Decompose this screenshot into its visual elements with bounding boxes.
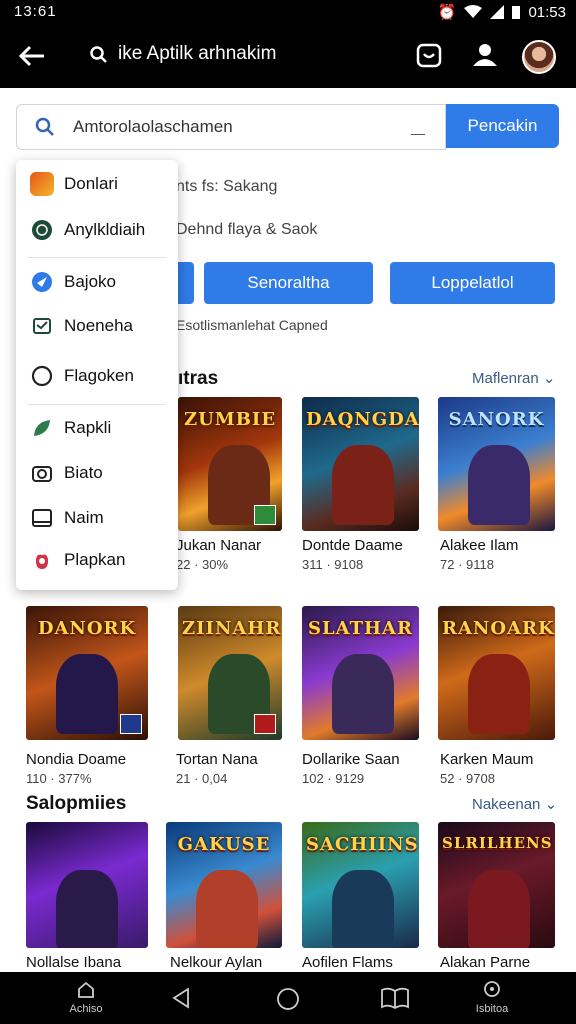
chevron-down-icon: ⌄ bbox=[544, 796, 558, 813]
game-tile[interactable]: ZUMBIE bbox=[178, 397, 282, 531]
search-button[interactable]: Pencakin bbox=[446, 104, 559, 148]
app-bar-title: ike Aptilk arhnakim bbox=[118, 43, 277, 64]
game-tile[interactable]: SACHIINS bbox=[302, 822, 419, 948]
search-icon[interactable] bbox=[90, 46, 108, 64]
bottom-nav-bar: Achiso Isbitoa bbox=[0, 972, 576, 1024]
menu-item-rapkli[interactable]: Rapkli bbox=[16, 410, 178, 446]
game-tile[interactable]: DAQNGDA bbox=[302, 397, 419, 531]
search-value: Amtorolaolaschamen bbox=[73, 117, 233, 136]
badge-icon bbox=[120, 714, 142, 734]
game-tile[interactable]: SLATHAR bbox=[302, 606, 419, 740]
game-tile[interactable]: ZIINAHR bbox=[178, 606, 282, 740]
home-icon bbox=[78, 981, 94, 998]
search-icon bbox=[35, 117, 54, 136]
nav-right[interactable]: Isbitoa bbox=[462, 980, 522, 1015]
globe-icon bbox=[30, 218, 54, 242]
back-arrow-icon[interactable] bbox=[16, 40, 48, 72]
leaf-icon bbox=[30, 416, 54, 440]
menu-item-bajoko[interactable]: Bajoko bbox=[16, 264, 178, 300]
download-box-icon[interactable] bbox=[414, 40, 444, 70]
section-more-2[interactable]: Nakeenan ⌄ bbox=[472, 795, 557, 813]
menu-item-noeneha[interactable]: Noeneha bbox=[16, 308, 178, 344]
filter-chip-1[interactable]: Senoraltha bbox=[204, 262, 373, 304]
back-triangle-icon[interactable] bbox=[170, 987, 192, 1009]
menu-item-flagoken[interactable]: Flagoken bbox=[16, 358, 178, 394]
battery-icon bbox=[512, 6, 521, 19]
menu-divider bbox=[28, 404, 166, 405]
app-bar: ike Aptilk arhnakim bbox=[0, 24, 576, 88]
compass-icon bbox=[30, 270, 54, 294]
wifi-icon bbox=[464, 5, 483, 18]
hand-icon bbox=[30, 548, 54, 572]
game-tile[interactable] bbox=[26, 822, 148, 948]
game-tile[interactable]: SLRILHENS bbox=[438, 822, 555, 948]
game-logo-icon bbox=[30, 172, 54, 196]
book-icon[interactable] bbox=[380, 987, 410, 1009]
circle-icon bbox=[30, 364, 54, 388]
avatar[interactable] bbox=[522, 40, 556, 74]
menu-item-naim[interactable]: Naim bbox=[16, 500, 178, 536]
game-tile[interactable]: SANORK bbox=[438, 397, 555, 531]
menu-item-plapkan[interactable]: Plapkan bbox=[16, 542, 178, 578]
badge-icon bbox=[254, 505, 276, 525]
chevron-down-icon: ⌄ bbox=[542, 370, 556, 387]
background-text-1: nts fs: Sakang bbox=[176, 178, 278, 195]
filter-chip-2[interactable]: Loppelatlol bbox=[390, 262, 555, 304]
location-pin-icon bbox=[484, 981, 500, 997]
menu-item-donlari[interactable]: Donlari bbox=[16, 166, 178, 202]
status-bar: 13:61 ⏰ 01:53 bbox=[0, 0, 576, 24]
search-input[interactable]: Amtorolaolaschamen ⎽ bbox=[16, 104, 446, 150]
profile-icon[interactable] bbox=[470, 40, 500, 70]
background-text-2: Dehnd flaya & Saok bbox=[176, 221, 318, 238]
clear-icon[interactable]: ⎽ bbox=[411, 119, 425, 136]
menu-item-biato[interactable]: Biato bbox=[16, 455, 178, 491]
camera-icon bbox=[30, 461, 54, 485]
badge-icon bbox=[254, 714, 276, 734]
alarm-icon: ⏰ bbox=[437, 4, 457, 21]
nav-home[interactable]: Achiso bbox=[56, 980, 116, 1015]
mail-icon bbox=[30, 314, 54, 338]
dropdown-menu: Donlari Anylkldiaih Bajoko Noeneha Flago… bbox=[16, 160, 178, 590]
game-tile[interactable]: RANOARK bbox=[438, 606, 555, 740]
section-title-1: ıtras bbox=[178, 368, 219, 389]
status-time: 13:61 bbox=[14, 3, 57, 20]
section-title-2: Salopmiies bbox=[26, 793, 127, 814]
menu-item-anylkldiaih[interactable]: Anylkldiaih bbox=[16, 212, 178, 248]
game-tile[interactable]: GAKUSE bbox=[166, 822, 282, 948]
home-circle-icon[interactable] bbox=[276, 987, 300, 1011]
game-tile[interactable]: DANORK bbox=[26, 606, 148, 740]
signal-icon bbox=[490, 5, 505, 19]
status-clock: 01:53 bbox=[528, 3, 566, 21]
window-icon bbox=[30, 506, 54, 530]
section-more-1[interactable]: Maflenran ⌄ bbox=[472, 369, 555, 387]
background-caption: Esotlismanlehat Capned bbox=[176, 317, 328, 333]
menu-divider bbox=[28, 257, 166, 258]
